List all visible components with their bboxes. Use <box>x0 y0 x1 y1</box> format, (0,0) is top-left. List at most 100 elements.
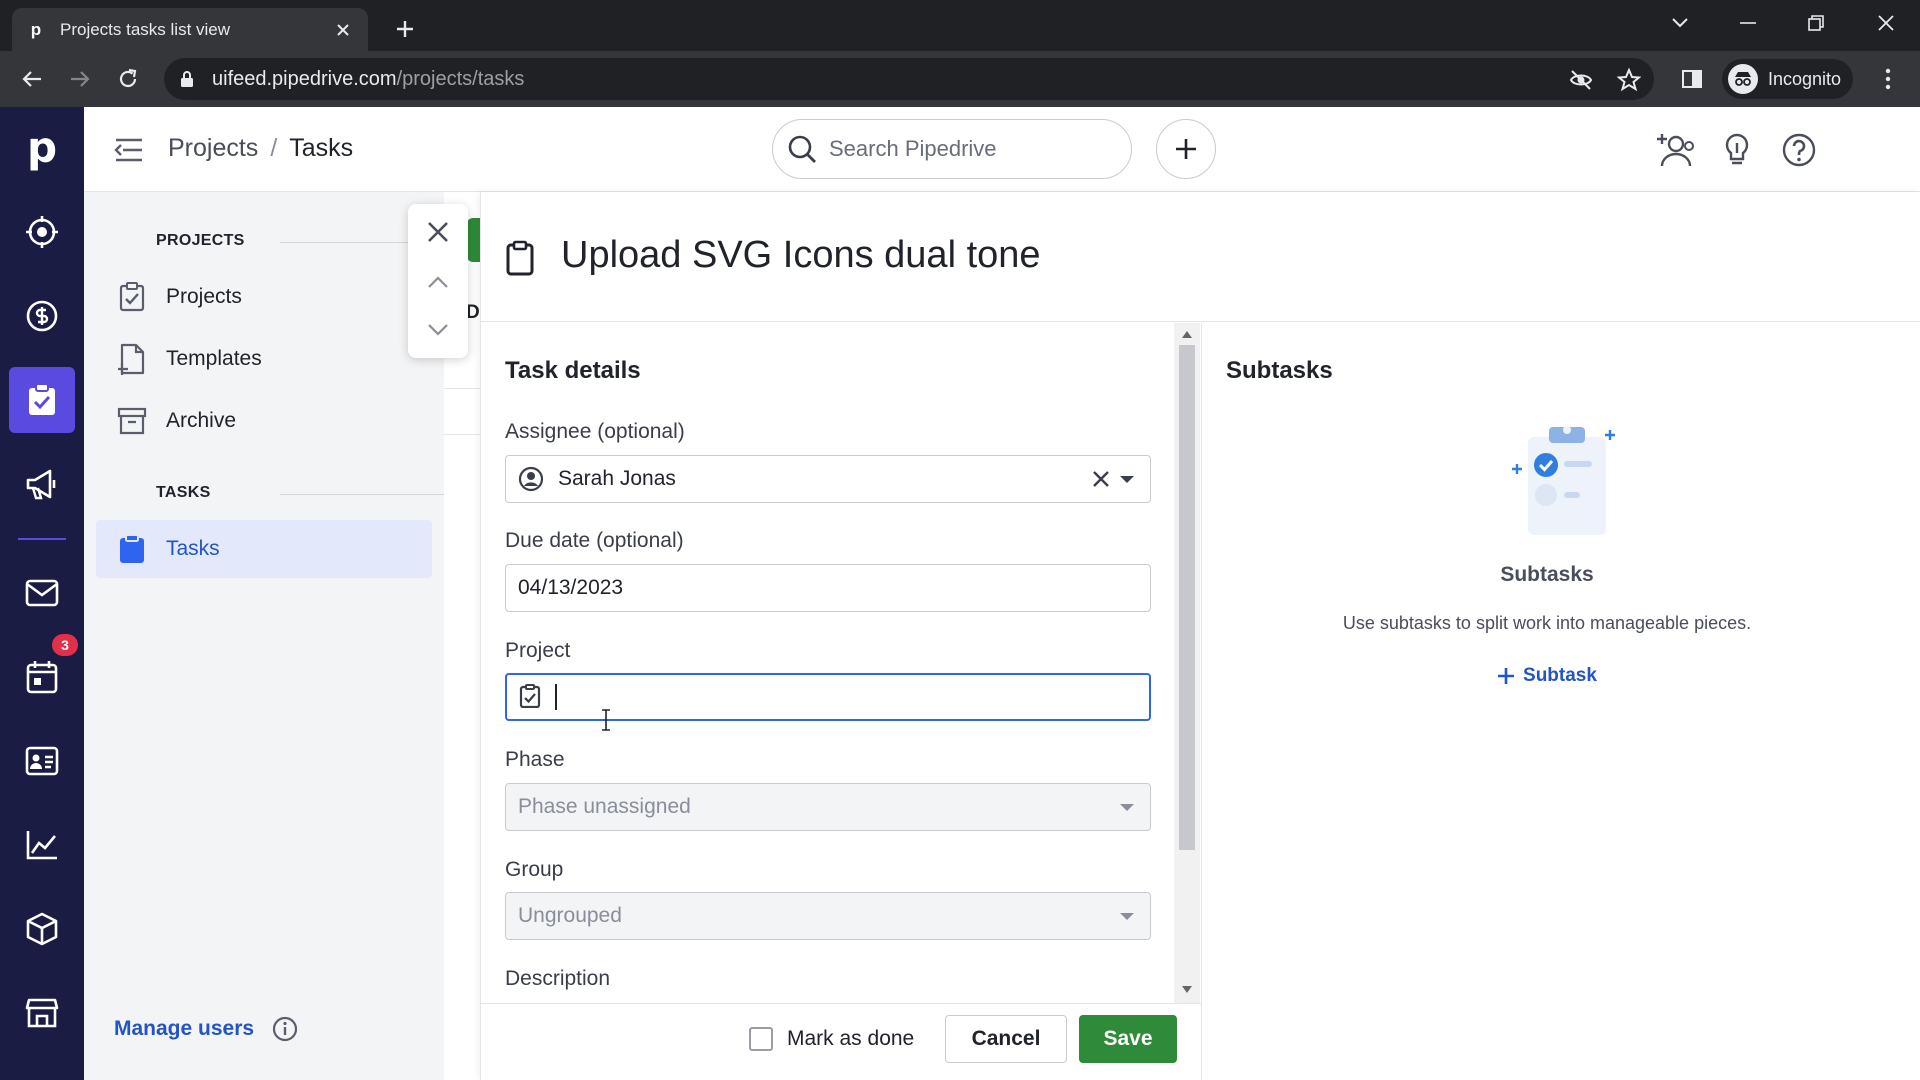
cancel-button[interactable]: Cancel <box>945 1015 1067 1063</box>
scroll-down-icon[interactable] <box>1181 985 1193 995</box>
new-tab-icon[interactable] <box>390 14 420 44</box>
rail-marketplace[interactable] <box>9 980 75 1046</box>
due-date-input[interactable]: 04/13/2023 <box>505 564 1151 612</box>
bookmark-star-icon[interactable] <box>1616 67 1642 93</box>
subtasks-empty-title: Subtasks <box>1500 563 1594 586</box>
chevron-up-icon[interactable] <box>422 266 454 298</box>
target-icon <box>25 215 59 249</box>
add-subtask-button[interactable]: Subtask <box>1202 665 1892 687</box>
rail-campaigns[interactable] <box>9 451 75 517</box>
sidebar-item-label: Archive <box>166 409 237 432</box>
breadcrumb-projects[interactable]: Projects <box>168 134 258 163</box>
due-date-label: Due date (optional) <box>505 529 684 552</box>
list-column-header: D <box>466 302 480 323</box>
lock-icon <box>180 70 194 88</box>
phase-select[interactable]: Phase unassigned <box>505 783 1151 831</box>
search-input[interactable]: Search Pipedrive <box>772 119 1132 179</box>
manage-users-link[interactable]: Manage users <box>114 1017 254 1041</box>
ibeam-cursor-icon <box>599 709 613 731</box>
restore-icon[interactable] <box>1796 8 1836 38</box>
form-scrollbar[interactable] <box>1174 323 1200 1003</box>
assignee-value: Sarah Jonas <box>558 467 676 490</box>
clear-icon[interactable] <box>1090 468 1112 490</box>
breadcrumb: Projects / Tasks <box>168 134 353 163</box>
contacts-icon <box>25 746 59 776</box>
group-value: Ungrouped <box>518 904 622 927</box>
caret-down-icon[interactable] <box>1120 475 1134 483</box>
browser-menu-icon[interactable] <box>1872 63 1904 95</box>
list-divider <box>444 434 480 435</box>
forward-icon[interactable] <box>64 63 96 95</box>
add-subtask-label: Subtask <box>1523 665 1597 686</box>
mark-as-done-checkbox[interactable] <box>749 1027 773 1051</box>
rail-products[interactable] <box>9 896 75 962</box>
minimize-icon[interactable] <box>1728 8 1768 38</box>
close-tab-icon[interactable] <box>332 19 354 41</box>
side-panel-icon[interactable] <box>1676 63 1708 95</box>
pipedrive-logo[interactable]: p <box>20 123 64 172</box>
sidebar-item-tasks[interactable]: Tasks <box>96 520 432 578</box>
chevron-down-icon[interactable] <box>422 314 454 346</box>
panel-navigation <box>408 204 468 358</box>
scroll-up-icon[interactable] <box>1181 329 1193 339</box>
group-select[interactable]: Ungrouped <box>505 892 1151 940</box>
invite-users-icon[interactable] <box>1654 131 1698 169</box>
due-date-value: 04/13/2023 <box>518 576 624 599</box>
breadcrumb-separator: / <box>270 134 278 162</box>
browser-tab[interactable]: p Projects tasks list view <box>12 8 368 51</box>
rail-mail[interactable] <box>9 560 75 626</box>
rail-contacts[interactable] <box>9 728 75 794</box>
save-button[interactable]: Save <box>1079 1015 1177 1063</box>
rail-projects[interactable] <box>9 367 75 433</box>
menu-collapse-icon[interactable] <box>114 135 146 165</box>
assignee-select[interactable]: Sarah Jonas <box>505 455 1151 503</box>
tab-search-icon[interactable] <box>1660 8 1700 38</box>
lightbulb-icon[interactable] <box>1718 131 1756 169</box>
url-text: uifeed.pipedrive.com/projects/tasks <box>212 68 524 91</box>
task-details-form: Task details Assignee (optional) Sarah J… <box>481 323 1183 1003</box>
rail-insights[interactable] <box>9 812 75 878</box>
caret-down-icon <box>1120 912 1134 920</box>
campaigns-icon <box>25 467 59 501</box>
subtasks-panel: Subtasks Subtasks Use subtasks to split … <box>1201 323 1920 1080</box>
mark-as-done[interactable]: Mark as done <box>749 1027 914 1051</box>
back-icon[interactable] <box>16 63 48 95</box>
omnibox[interactable]: uifeed.pipedrive.com/projects/tasks <box>164 58 1654 100</box>
calendar-icon <box>26 660 58 694</box>
incognito-icon <box>1728 64 1758 94</box>
info-icon[interactable] <box>272 1016 298 1042</box>
rail-deals[interactable] <box>9 283 75 349</box>
sidebar-item-archive[interactable]: Archive <box>96 392 432 450</box>
eye-off-icon[interactable] <box>1568 67 1594 93</box>
group-label: Group <box>505 858 564 881</box>
mail-icon <box>25 579 59 607</box>
user-circle-icon <box>518 466 544 492</box>
products-icon <box>26 912 58 946</box>
project-clipboard-icon <box>519 684 545 710</box>
rail-leads[interactable] <box>9 199 75 265</box>
task-header: Upload SVG Icons dual tone <box>481 192 1920 322</box>
subtasks-heading: Subtasks <box>1226 357 1333 384</box>
scrollbar-thumb[interactable] <box>1179 345 1195 850</box>
task-clipboard-icon <box>505 240 539 276</box>
sidebar-item-projects[interactable]: Projects <box>96 268 432 326</box>
app-header: Projects / Tasks Search Pipedrive SJ <box>84 107 1920 192</box>
plus-icon <box>1497 667 1515 685</box>
description-label: Description <box>505 967 611 990</box>
close-window-icon[interactable] <box>1866 8 1906 38</box>
insights-icon <box>25 829 59 861</box>
text-cursor <box>555 684 557 710</box>
manage-users: Manage users <box>114 1016 298 1042</box>
browser-tab-bar: p Projects tasks list view <box>0 0 1920 51</box>
sidebar-item-label: Templates <box>166 347 262 370</box>
incognito-profile[interactable]: Incognito <box>1722 59 1854 99</box>
help-icon[interactable] <box>1780 131 1818 169</box>
profile-label: Incognito <box>1768 68 1842 89</box>
reload-icon[interactable] <box>112 63 144 95</box>
task-title[interactable]: Upload SVG Icons dual tone <box>561 234 1041 277</box>
close-panel-icon[interactable] <box>422 216 454 248</box>
sidebar-item-label: Projects <box>166 285 242 308</box>
quick-add-button[interactable] <box>1156 119 1216 179</box>
sidebar-item-templates[interactable]: Templates <box>96 330 432 388</box>
search-icon <box>787 134 817 164</box>
